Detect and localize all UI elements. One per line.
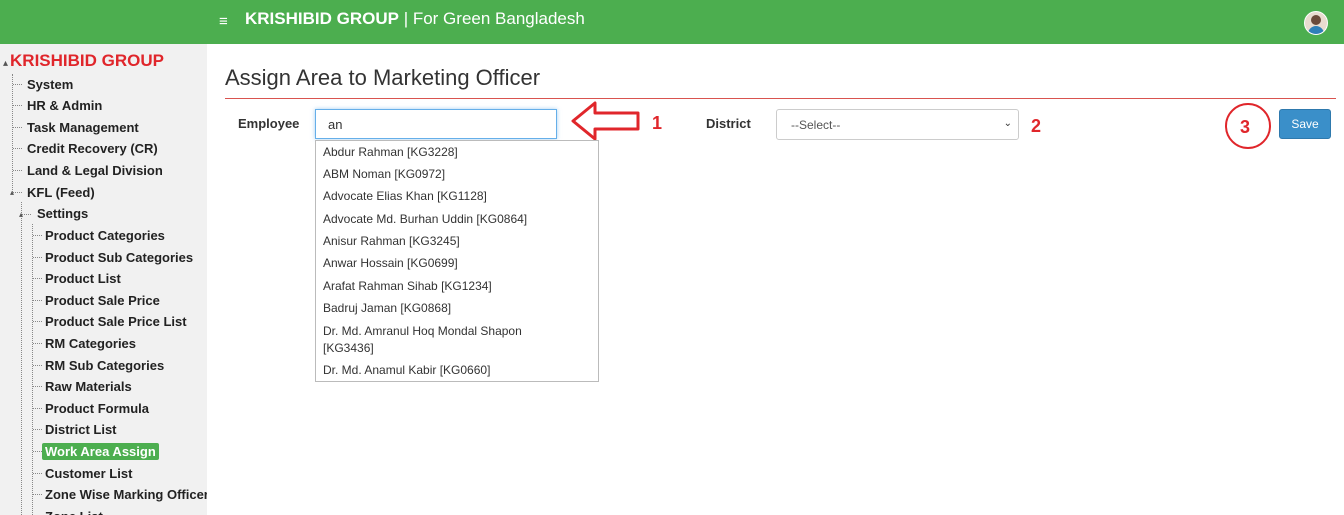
sidebar-item-rm-sub-categories[interactable]: RM Sub Categories <box>45 358 164 373</box>
sidebar-item-kfl-feed[interactable]: KFL (Feed) <box>27 185 95 200</box>
tree-line <box>22 214 31 215</box>
avatar-head <box>1311 15 1321 25</box>
title-divider <box>225 98 1336 99</box>
tree-line <box>33 321 42 323</box>
brand-tagline: | For Green Bangladesh <box>398 9 585 28</box>
save-button[interactable]: Save <box>1279 109 1331 139</box>
avatar-body <box>1308 26 1324 34</box>
tree-line <box>33 278 42 280</box>
tree-line <box>33 256 42 258</box>
sidebar-item-task-management[interactable]: Task Management <box>27 120 139 135</box>
employee-suggestions: Abdur Rahman [KG3228] ABM Noman [KG0972]… <box>315 140 599 382</box>
suggestion-item[interactable]: Anisur Rahman [KG3245] <box>323 233 460 250</box>
user-avatar-icon[interactable] <box>1304 11 1328 35</box>
tree-line <box>13 170 22 171</box>
tree-line <box>33 386 42 388</box>
sidebar-item-credit-recovery[interactable]: Credit Recovery (CR) <box>27 141 158 156</box>
sidebar-item-zone-wise-marking-officer[interactable]: Zone Wise Marking Officer <box>45 487 207 502</box>
tree-line <box>33 299 42 301</box>
tree-line <box>33 364 42 366</box>
sidebar-item-product-sale-price[interactable]: Product Sale Price <box>45 293 160 308</box>
tree-line <box>33 407 42 409</box>
sidebar-item-hr-admin[interactable]: HR & Admin <box>27 98 102 113</box>
sidebar-item-product-categories[interactable]: Product Categories <box>45 228 165 243</box>
sidebar-item-land-legal[interactable]: Land & Legal Division <box>27 163 163 178</box>
sidebar-item-district-list[interactable]: District List <box>45 422 117 437</box>
suggestion-item[interactable]: Abdur Rahman [KG3228] <box>323 144 458 161</box>
suggestion-item[interactable]: Anwar Hossain [KG0699] <box>323 255 458 272</box>
sidebar-item-system[interactable]: System <box>27 77 73 92</box>
sidebar-item-product-sale-price-list[interactable]: Product Sale Price List <box>45 314 187 329</box>
collapse-toggle-icon[interactable]: ▴ <box>10 188 14 197</box>
sidebar-root[interactable]: ▴ KRISHIBID GROUP <box>3 51 164 71</box>
sidebar-item-product-formula[interactable]: Product Formula <box>45 401 149 416</box>
district-label: District <box>706 116 751 131</box>
brand-name: KRISHIBID GROUP <box>245 9 399 28</box>
employee-label: Employee <box>238 116 300 131</box>
suggestion-item-continued[interactable]: [KG3436] <box>323 340 374 357</box>
tree-line <box>12 74 13 194</box>
tree-line <box>33 343 42 344</box>
suggestion-item[interactable]: Dr. Md. Anamul Kabir [KG0660] <box>323 362 490 379</box>
sidebar-item-zone-list[interactable]: Zone List <box>45 509 103 515</box>
suggestion-item[interactable]: Advocate Md. Burhan Uddin [KG0864] <box>323 211 527 228</box>
sidebar-item-settings[interactable]: Settings <box>37 206 88 221</box>
chevron-down-icon: ⌄ <box>1003 118 1012 129</box>
sidebar-item-customer-list[interactable]: Customer List <box>45 466 132 481</box>
annotation-arrow-icon <box>571 101 640 141</box>
tree-line <box>33 235 42 236</box>
sidebar-item-work-area-assign[interactable]: Work Area Assign <box>42 443 159 460</box>
tree-line <box>13 127 22 128</box>
sidebar-item-product-list[interactable]: Product List <box>45 271 121 286</box>
tree-line <box>21 202 22 515</box>
sidebar-root-label: KRISHIBID GROUP <box>10 51 164 70</box>
sidebar-item-raw-materials[interactable]: Raw Materials <box>45 379 132 394</box>
collapse-toggle-icon[interactable]: ▴ <box>3 58 8 69</box>
page-title: Assign Area to Marketing Officer <box>225 65 541 90</box>
tree-line <box>32 224 33 515</box>
suggestion-item[interactable]: Badruj Jaman [KG0868] <box>323 300 451 317</box>
tree-line <box>33 494 42 496</box>
tree-line <box>13 84 22 85</box>
main-content: Assign Area to Marketing Officer Employe… <box>207 44 1344 515</box>
hamburger-menu-icon[interactable]: ≡ <box>219 13 228 30</box>
tree-line <box>13 105 22 106</box>
tree-line <box>33 429 42 431</box>
district-select-value: --Select-- <box>791 118 841 132</box>
employee-input[interactable] <box>315 109 557 139</box>
district-select[interactable]: --Select-- ⌄ <box>776 109 1019 140</box>
sidebar-tree: ▴ KRISHIBID GROUP System HR & Admin Task … <box>0 44 207 515</box>
top-navbar: ≡ KRISHIBID GROUP | For Green Bangladesh <box>0 0 1344 44</box>
sidebar-item-rm-categories[interactable]: RM Categories <box>45 336 136 351</box>
suggestion-item[interactable]: Arafat Rahman Sihab [KG1234] <box>323 278 492 295</box>
suggestion-item[interactable]: Dr. Md. Amranul Hoq Mondal Shapon <box>323 323 522 340</box>
brand-title: KRISHIBID GROUP | For Green Bangladesh <box>245 9 585 29</box>
annotation-number-3: 3 <box>1240 117 1251 137</box>
annotation-number-1: 1 <box>652 113 663 133</box>
annotation-number-2: 2 <box>1031 116 1042 136</box>
suggestion-item[interactable]: ABM Noman [KG0972] <box>323 166 445 183</box>
suggestion-item[interactable]: Advocate Elias Khan [KG1128] <box>323 188 487 205</box>
tree-line <box>33 472 42 474</box>
tree-line <box>13 192 22 193</box>
collapse-toggle-icon[interactable]: ▴ <box>19 210 23 219</box>
sidebar-item-product-sub-categories[interactable]: Product Sub Categories <box>45 250 193 265</box>
tree-line <box>33 451 42 452</box>
tree-line <box>13 148 22 149</box>
